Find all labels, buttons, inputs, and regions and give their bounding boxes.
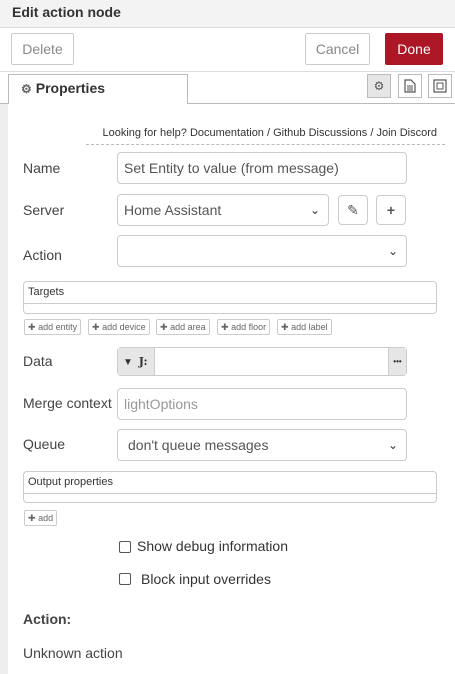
plus-icon: ✚ — [28, 513, 36, 523]
queue-value: don't queue messages — [128, 437, 269, 453]
plus-icon: + — [386, 202, 396, 218]
add-output-label: add — [38, 513, 54, 523]
frame-icon[interactable] — [428, 74, 452, 98]
action-info-text: Unknown action — [23, 645, 123, 661]
name-value: Set Entity to value (from message) — [124, 160, 339, 176]
add-device-button[interactable]: ✚ add device — [88, 319, 150, 335]
help-divider — [86, 144, 445, 145]
join-discord-link[interactable]: Join Discord — [376, 127, 437, 139]
add-entity-label: add entity — [38, 322, 78, 332]
data-label: Data — [23, 353, 53, 369]
queue-label: Queue — [23, 436, 66, 452]
edit-server-button[interactable]: ✎ — [338, 195, 368, 225]
merge-context-placeholder: lightOptions — [124, 396, 198, 412]
server-value: Home Assistant — [124, 202, 222, 218]
help-prefix: Looking for help? — [102, 127, 187, 139]
name-label: Name — [23, 160, 61, 176]
name-input[interactable]: Set Entity to value (from message) — [117, 152, 407, 184]
server-select[interactable]: Home Assistant ⌄ — [117, 194, 329, 226]
add-floor-button[interactable]: ✚ add floor — [217, 319, 271, 335]
gear-icon[interactable]: ⚙ — [367, 74, 391, 98]
help-separator: / — [267, 127, 271, 139]
data-expand-button[interactable]: ••• — [388, 348, 406, 375]
help-links: Looking for help? Documentation / Github… — [102, 127, 437, 139]
plus-icon: ✚ — [28, 322, 36, 332]
ellipsis-icon: ••• — [393, 357, 402, 366]
dialog-title: Edit action node — [12, 4, 121, 20]
action-select[interactable]: ⌄ — [117, 235, 407, 267]
targets-title: Targets — [28, 286, 65, 298]
dialog-titlebar: Edit action node — [0, 0, 455, 28]
add-output-property-button[interactable]: ✚ add — [24, 510, 58, 526]
server-label: Server — [23, 202, 65, 218]
add-server-button[interactable]: + — [376, 195, 406, 225]
document-icon[interactable] — [398, 74, 422, 98]
delete-button[interactable]: Delete — [11, 33, 74, 65]
cancel-button[interactable]: Cancel — [305, 33, 370, 65]
help-separator: / — [370, 127, 374, 139]
chevron-down-icon: ⌄ — [387, 438, 398, 452]
add-label-label: add label — [291, 322, 328, 332]
block-overrides-label: Block input overrides — [141, 571, 271, 587]
plus-icon: ✚ — [160, 322, 168, 332]
show-debug-label: Show debug information — [137, 538, 288, 554]
dialog-action-bar: Delete Cancel Done — [0, 28, 455, 72]
chevron-down-icon: ⌄ — [309, 203, 320, 217]
pencil-icon: ✎ — [347, 202, 359, 218]
merge-context-label: Merge context — [23, 395, 112, 411]
data-type-select[interactable]: ▼ J: — [118, 348, 155, 375]
plus-icon: ✚ — [221, 322, 229, 332]
action-info-heading: Action: — [23, 611, 72, 627]
action-label: Action — [23, 247, 62, 263]
json-type-icon: J: — [138, 355, 148, 368]
documentation-link[interactable]: Documentation — [190, 127, 264, 139]
plus-icon: ✚ — [281, 322, 289, 332]
properties-panel: Looking for help? Documentation / Github… — [8, 104, 455, 674]
show-debug-checkbox[interactable] — [119, 541, 131, 553]
chevron-down-icon: ⌄ — [387, 244, 398, 258]
add-device-label: add device — [102, 322, 146, 332]
targets-box: Targets — [23, 281, 437, 314]
targets-divider — [24, 303, 436, 304]
done-button[interactable]: Done — [385, 33, 443, 65]
output-properties-title: Output properties — [28, 476, 113, 488]
tab-properties-label: Properties — [35, 80, 106, 96]
gear-icon: ⚙ — [21, 82, 32, 96]
tab-bar: ⚙ Properties ⚙ — [0, 72, 455, 105]
add-floor-label: add floor — [231, 322, 267, 332]
add-entity-button[interactable]: ✚ add entity — [24, 319, 82, 335]
add-area-label: add area — [170, 322, 206, 332]
add-area-button[interactable]: ✚ add area — [156, 319, 210, 335]
tab-properties[interactable]: ⚙ Properties — [8, 74, 188, 105]
caret-down-icon: ▼ — [123, 357, 133, 368]
plus-icon: ✚ — [92, 322, 100, 332]
add-label-button[interactable]: ✚ add label — [277, 319, 332, 335]
github-discussions-link[interactable]: Github Discussions — [273, 127, 367, 139]
output-properties-divider — [24, 493, 436, 494]
queue-select[interactable]: don't queue messages ⌄ — [117, 429, 407, 461]
merge-context-input[interactable]: lightOptions — [117, 388, 407, 420]
output-properties-box: Output properties — [23, 471, 437, 503]
data-typed-input[interactable]: ▼ J: ••• — [117, 347, 407, 376]
block-overrides-checkbox[interactable] — [119, 573, 131, 585]
left-gutter — [0, 104, 8, 674]
